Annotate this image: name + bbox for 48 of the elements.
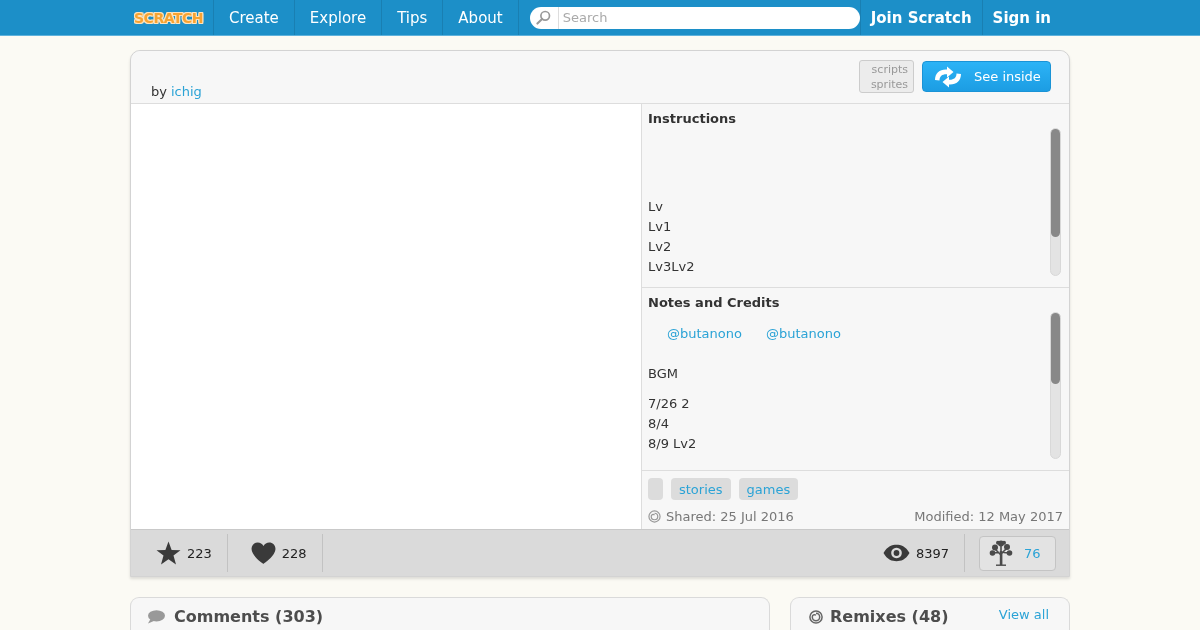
search-icon xyxy=(536,10,552,25)
nav-link[interactable]: Create xyxy=(214,0,295,35)
instructions-line: Lv3Lv2 xyxy=(648,258,696,276)
scrollbar-thumb[interactable] xyxy=(1051,313,1060,384)
scrollbar-thumb[interactable] xyxy=(1051,129,1060,237)
instructions-line: Lv2 xyxy=(648,238,673,256)
remix-button[interactable]: 76 xyxy=(979,535,1056,571)
nav-link[interactable]: Tips xyxy=(382,0,444,35)
scrollbar[interactable] xyxy=(1050,312,1061,459)
see-inside-button[interactable]: See inside xyxy=(922,61,1051,92)
spiral-icon xyxy=(809,609,823,624)
remixes-title: Remixes (48) xyxy=(830,607,949,626)
search-field[interactable]: Search xyxy=(529,6,860,29)
notes-line: 8/4 xyxy=(648,415,670,433)
comments-title: Comments (303) xyxy=(174,607,324,626)
love-count: 228 xyxy=(281,545,307,561)
speech-bubble-icon xyxy=(147,609,165,624)
author-link[interactable]: ichig xyxy=(170,84,202,99)
nav-link[interactable]: Sign in xyxy=(981,0,1061,35)
view-count: 8397 xyxy=(915,545,949,561)
nav-link[interactable]: Explore xyxy=(294,0,383,35)
notes-line: 8/9 Lv2 xyxy=(648,435,698,453)
instructions-line: Lv1 xyxy=(648,218,673,236)
mention-link[interactable]: @butanono xyxy=(667,324,742,344)
scrollbar[interactable] xyxy=(1050,128,1061,276)
nav-link[interactable]: About xyxy=(443,0,519,35)
instructions-line: Lv xyxy=(648,198,664,216)
notes-line: 7/26 2 xyxy=(648,395,691,413)
tree-icon xyxy=(989,540,1013,566)
by-label: by xyxy=(151,84,167,99)
notes-line: BGM xyxy=(648,365,679,383)
view-toggle-button[interactable]: scripts sprites xyxy=(859,60,914,93)
panel-title: Notes and Credits xyxy=(647,294,781,311)
heart-icon[interactable] xyxy=(250,542,276,564)
nav-link[interactable]: Join Scratch xyxy=(859,0,982,35)
swap-arrows-icon xyxy=(933,65,963,88)
tag-chip[interactable]: games xyxy=(738,478,799,500)
view-all-link[interactable]: View all xyxy=(998,607,1049,622)
spiral-icon xyxy=(648,509,661,523)
favorite-count: 223 xyxy=(187,545,212,561)
mention-link[interactable]: @butanono xyxy=(765,324,841,344)
modified-date: Modified: 12 May 2017 xyxy=(914,508,1063,524)
star-icon[interactable] xyxy=(156,541,181,565)
eye-icon xyxy=(882,544,910,562)
tag-chip[interactable]: stories xyxy=(671,478,731,500)
logo[interactable]: SCRATCH xyxy=(132,6,205,29)
shared-date: Shared: 25 Jul 2016 xyxy=(666,508,794,524)
panel-title: Instructions xyxy=(647,110,737,127)
